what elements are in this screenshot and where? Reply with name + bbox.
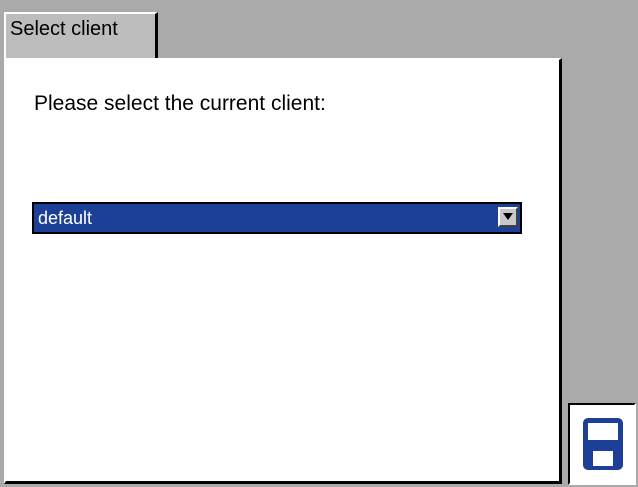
chevron-down-icon	[503, 213, 513, 220]
main-panel: Please select the current client: defaul…	[4, 58, 562, 484]
floppy-disk-icon	[583, 418, 623, 470]
tab-label: Select client	[10, 18, 118, 40]
client-select[interactable]: default	[32, 202, 522, 234]
dropdown-button[interactable]	[498, 207, 518, 227]
client-select-value: default	[38, 208, 93, 228]
client-prompt: Please select the current client:	[34, 92, 326, 115]
save-button[interactable]	[568, 403, 636, 485]
tab-select-client[interactable]: Select client	[4, 12, 158, 59]
